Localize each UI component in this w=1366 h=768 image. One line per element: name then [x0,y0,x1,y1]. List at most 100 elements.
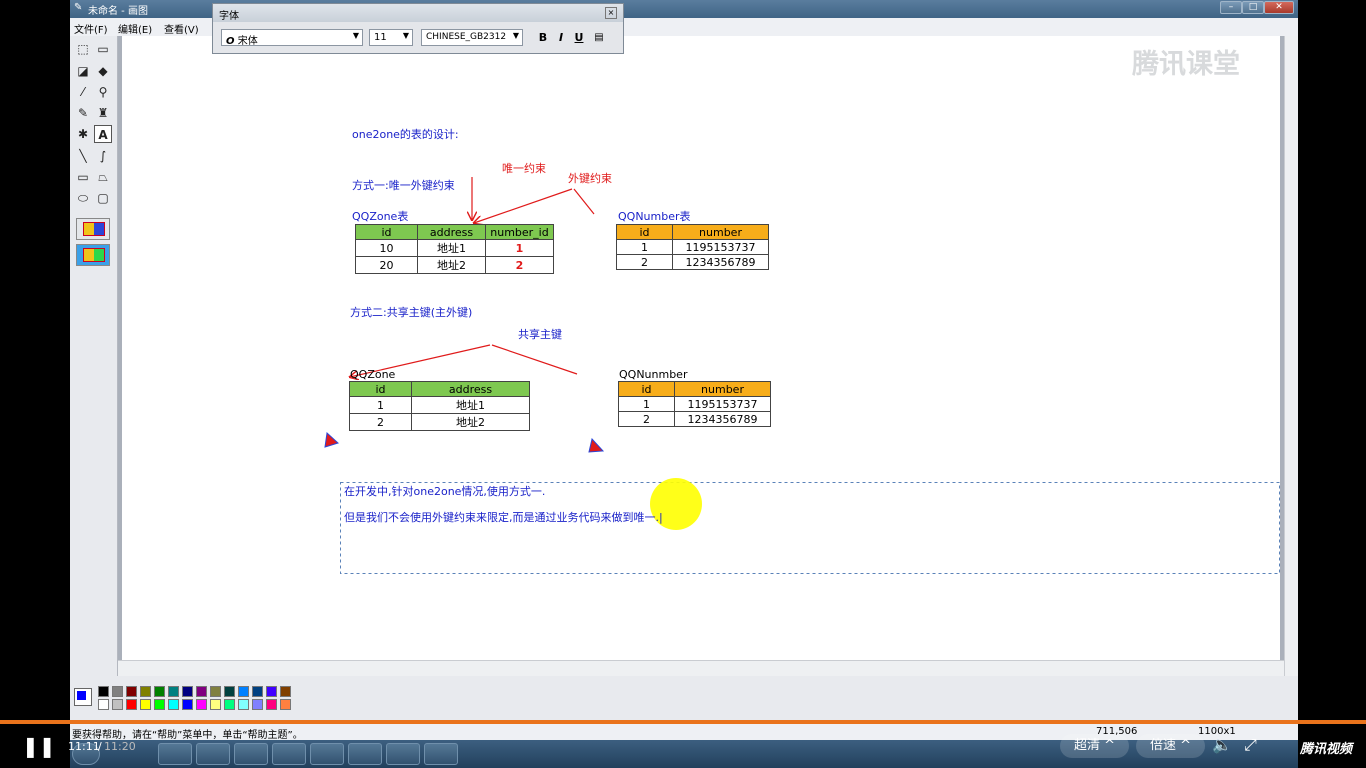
qqzone-table-2: id address 1 地址1 2 地址2 [349,381,530,431]
paint-icon: ✎ [74,2,83,13]
vertical-scrollbar[interactable] [1284,36,1298,676]
color-swatch[interactable] [238,699,249,710]
volume-icon[interactable]: 🔈 [1212,735,1232,754]
font-size-select[interactable]: 11 ▼ [369,29,413,46]
color-palette [70,676,1298,720]
polygon-icon[interactable]: ⏢ [94,168,112,186]
color-swatch[interactable] [112,686,123,697]
magnifier-icon[interactable]: ⚲ [94,83,112,101]
menu-edit[interactable]: 编辑(E) [118,21,152,36]
color-swatch[interactable] [266,686,277,697]
close-button[interactable]: ✕ [1264,1,1294,14]
underline-button[interactable]: U [571,30,587,45]
color-swatch[interactable] [280,686,291,697]
color-swatch[interactable] [210,699,221,710]
fk-label: 外键约束 [568,172,612,185]
quality-button[interactable]: 超清 ^ [1060,734,1130,758]
pencil-icon[interactable]: ✎ [74,104,92,122]
color-swatch[interactable] [252,686,263,697]
table-cell: 地址1 [411,396,530,414]
unique-label: 唯一约束 [502,162,546,175]
current-colors[interactable] [74,688,92,706]
table-cell: 2 [616,254,673,270]
color-swatch[interactable] [280,699,291,710]
table-cell: 2 [485,256,554,274]
pointer-mark-2 [588,437,605,453]
eraser-icon[interactable]: ◪ [74,62,92,80]
color-swatch[interactable] [140,686,151,697]
t4-header-id: id [618,381,675,397]
fill-icon[interactable]: ◆ [94,62,112,80]
color-picker-icon[interactable]: ⁄ [74,83,92,101]
transparent-option-icon[interactable] [76,218,110,240]
note-line-2: 但是我们不会使用外键约束来限定,而是通过业务代码来做到唯一.| [344,511,663,524]
rounded-rect-icon[interactable]: ▢ [94,189,112,207]
charset-value: CHINESE_GB2312 [426,32,507,42]
color-swatch[interactable] [238,686,249,697]
color-swatch[interactable] [252,699,263,710]
pause-icon[interactable]: ❚❚ [22,734,56,758]
opaque-option-icon[interactable] [76,244,110,266]
color-swatch[interactable] [196,686,207,697]
color-swatch[interactable] [154,686,165,697]
color-swatch[interactable] [98,686,109,697]
color-swatch[interactable] [112,699,123,710]
drawing-canvas[interactable]: 腾讯课堂 one2one的表的设计: 方式一:唯一外键约束 唯一约束 外键约束 … [122,36,1280,660]
rectangle-icon[interactable]: ▭ [74,168,92,186]
chevron-down-icon: ▼ [352,31,359,40]
chevron-up-icon: ^ [1180,738,1192,753]
note-line-1: 在开发中,针对one2one情况,使用方式一. [344,485,546,498]
vertical-text-icon[interactable]: ▤ [591,30,607,45]
speed-label: 倍速 [1150,738,1177,753]
horizontal-scrollbar[interactable] [118,660,1284,676]
menu-file[interactable]: 文件(F) [74,21,108,36]
color-swatch[interactable] [182,686,193,697]
bold-button[interactable]: B [535,30,551,45]
color-swatch[interactable] [168,699,179,710]
table1-name: QQZone表 [352,210,409,223]
menu-view[interactable]: 查看(V) [164,21,199,36]
ellipse-icon[interactable]: ⬭ [74,189,92,207]
color-swatch[interactable] [98,699,109,710]
close-icon[interactable]: × [605,7,617,19]
color-swatch[interactable] [266,699,277,710]
free-select-icon[interactable]: ⬚ [74,40,92,58]
color-swatch[interactable] [126,686,137,697]
t3-header-address: address [411,381,530,397]
speed-button[interactable]: 倍速 ^ [1136,734,1206,758]
qqnumber-table: id number 1 1195153737 2 1234356789 [616,224,769,270]
charset-select[interactable]: CHINESE_GB2312 ▼ [421,29,523,46]
chevron-down-icon: ▼ [402,31,409,40]
font-name-select[interactable]: O 宋体 ▼ [221,29,363,47]
color-swatch[interactable] [210,686,221,697]
table-cell: 2 [618,411,675,427]
color-swatch[interactable] [154,699,165,710]
color-swatch[interactable] [224,686,235,697]
brand-logo: 腾讯视频 [1300,742,1353,757]
shared-arrow-right [491,344,578,375]
rect-select-icon[interactable]: ▭ [94,40,112,58]
brush-icon[interactable]: ♜ [94,104,112,122]
color-swatch[interactable] [168,686,179,697]
table4-name: QQNunmber [619,368,688,381]
font-toolbar-title: 字体 [219,11,239,22]
text-tool-icon[interactable]: A [94,125,112,143]
color-swatch[interactable] [224,699,235,710]
color-swatch[interactable] [182,699,193,710]
shared-label: 共享主键 [518,328,562,341]
color-swatch[interactable] [140,699,151,710]
color-swatch[interactable] [196,699,207,710]
curve-icon[interactable]: ∫ [94,147,112,165]
airbrush-icon[interactable]: ✱ [74,125,92,143]
color-swatch[interactable] [126,699,137,710]
line-icon[interactable]: ╲ [74,147,92,165]
maximize-button[interactable]: □ [1242,1,1264,14]
table-cell: 10 [355,239,418,257]
minimize-button[interactable]: – [1220,1,1242,14]
pointer-mark-1 [324,431,339,448]
italic-button[interactable]: I [553,30,569,45]
qqnumber-table-2: id number 1 1195153737 2 1234356789 [618,381,771,427]
t3-header-id: id [349,381,412,397]
table-cell: 1234356789 [672,254,769,270]
expand-icon[interactable]: ⤢ [1244,735,1257,755]
